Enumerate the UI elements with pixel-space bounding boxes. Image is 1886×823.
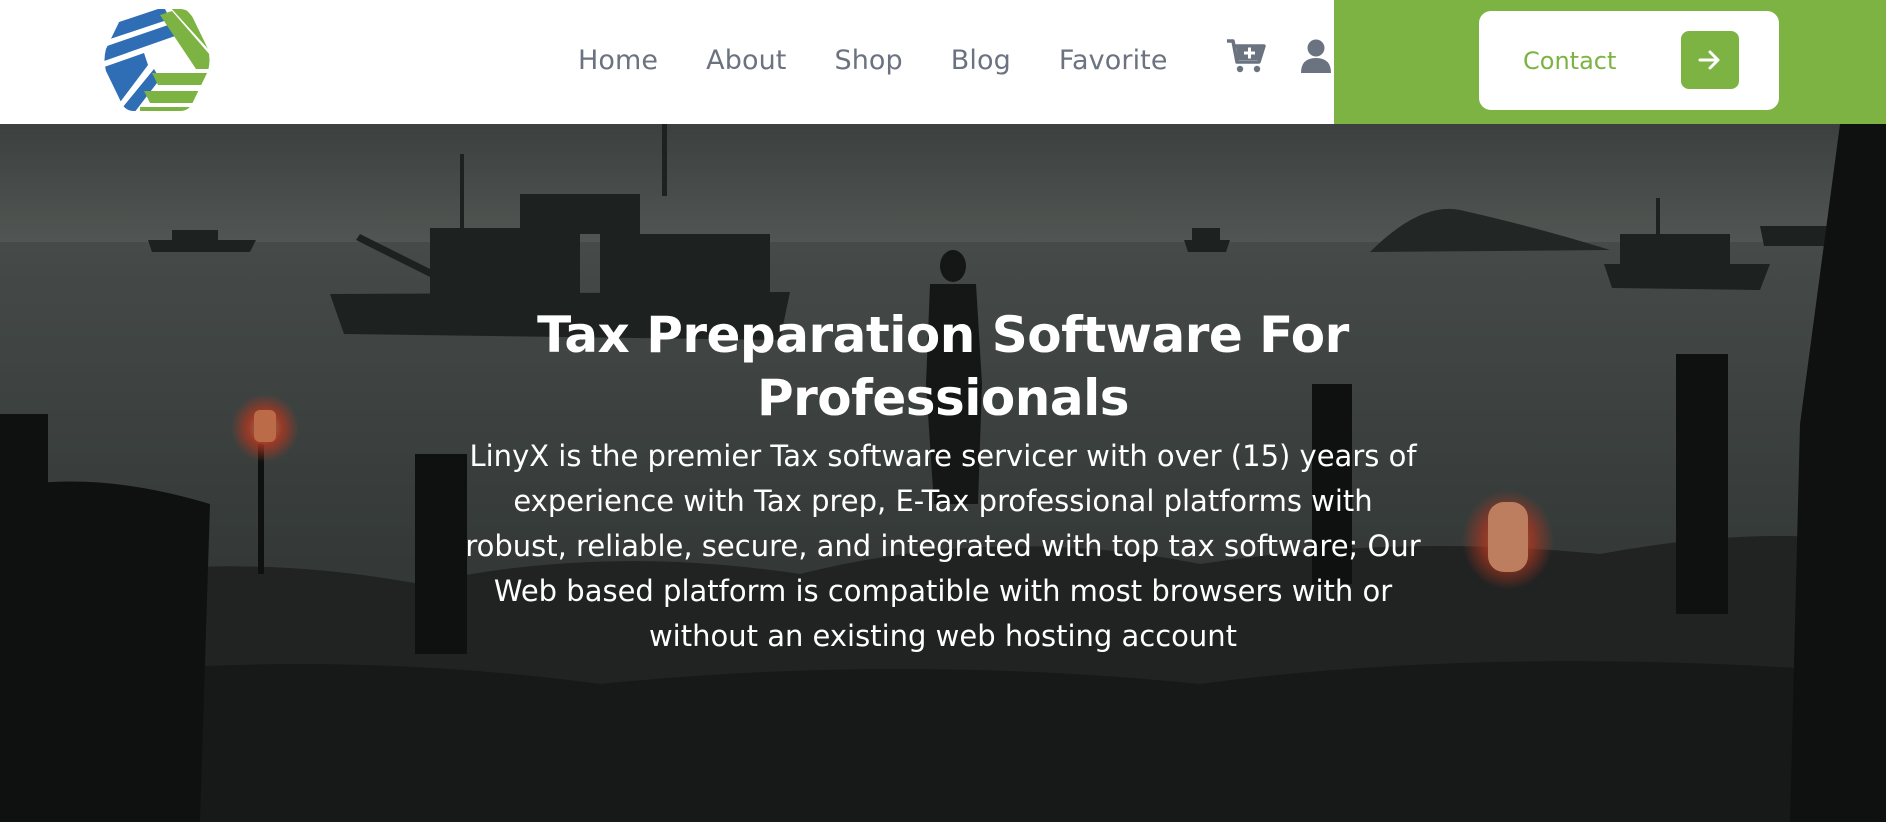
nav-about[interactable]: About [706, 45, 786, 76]
hero-section: Tax Preparation Software For Professiona… [0, 124, 1886, 822]
nav-shop[interactable]: Shop [834, 45, 902, 76]
main-nav: Home About Shop Blog Favorite [578, 0, 1168, 120]
contact-button[interactable]: Contact [1479, 11, 1779, 110]
site-header: Home About Shop Blog Favorite Contact [0, 0, 1886, 124]
contact-panel: Contact [1334, 0, 1886, 124]
user-icon [1301, 39, 1331, 73]
nav-favorite[interactable]: Favorite [1059, 45, 1168, 76]
hero-description: LinyX is the premier Tax software servic… [465, 439, 1421, 653]
nav-blog[interactable]: Blog [951, 45, 1011, 76]
contact-label: Contact [1523, 46, 1617, 75]
nav-home[interactable]: Home [578, 45, 658, 76]
cart-plus-icon [1227, 39, 1266, 73]
cart-button[interactable] [1226, 36, 1266, 76]
brand-logo[interactable] [104, 7, 210, 113]
logo-mark-icon [104, 9, 210, 111]
arrow-right-icon [1681, 31, 1739, 89]
account-button[interactable] [1296, 36, 1336, 76]
hero-title: Tax Preparation Software For Professiona… [537, 305, 1349, 427]
